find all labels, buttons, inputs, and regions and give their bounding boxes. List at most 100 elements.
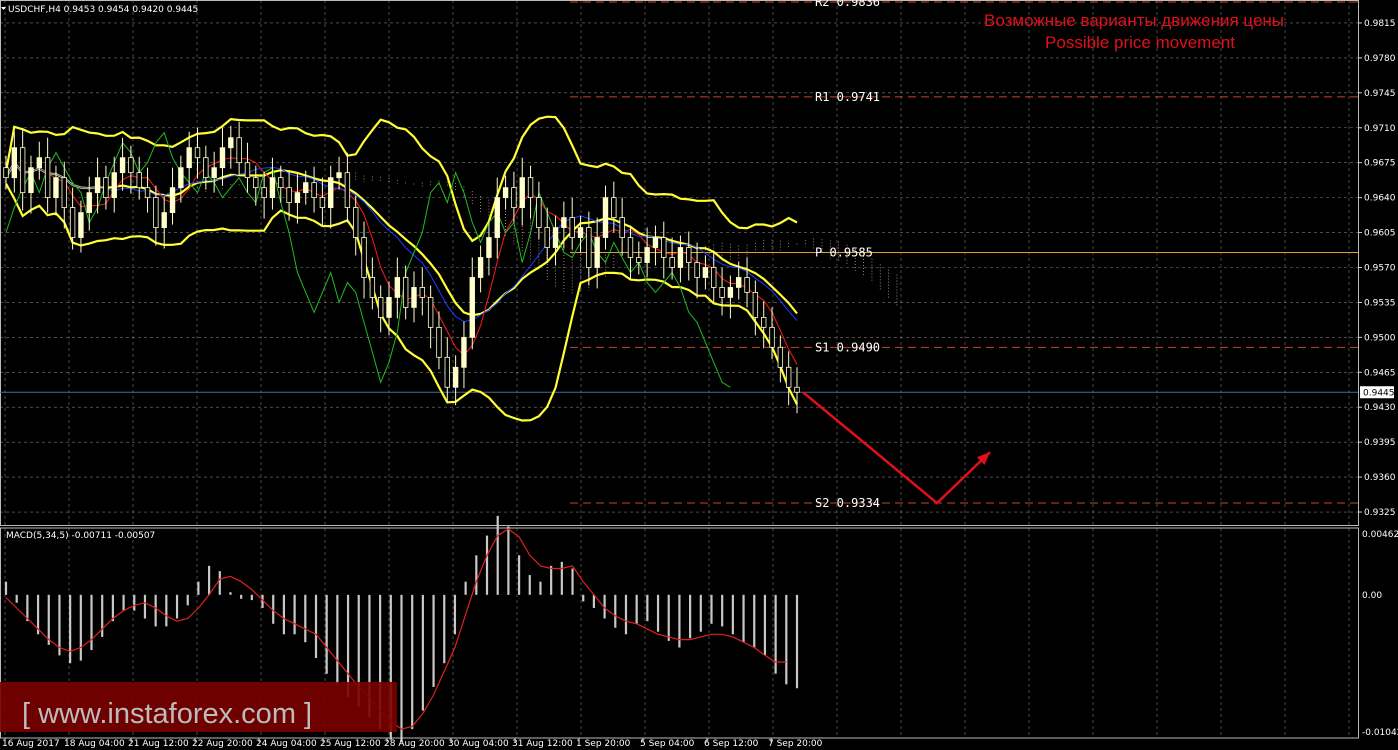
candle-body xyxy=(128,157,134,174)
candle-body xyxy=(361,237,367,278)
candle-body xyxy=(153,197,159,228)
candle-body xyxy=(311,182,317,199)
candle-body xyxy=(303,182,309,194)
candle-body xyxy=(727,287,734,298)
candle-body xyxy=(119,157,126,174)
candle-body xyxy=(677,247,684,268)
candle-body xyxy=(711,267,717,288)
candle-body xyxy=(511,187,517,209)
candle-body xyxy=(436,326,442,358)
candle-body xyxy=(777,346,784,368)
candle-body xyxy=(477,257,484,278)
candle-body xyxy=(627,237,634,258)
x-tick-label: 6 Sep 12:00 xyxy=(704,739,759,749)
candle-body xyxy=(369,277,376,298)
candle-body xyxy=(286,187,292,204)
x-tick-label: 28 Aug 20:00 xyxy=(384,739,445,749)
chart-title-ru: Возможные варианты движения цены xyxy=(984,11,1284,30)
candle-body xyxy=(461,336,467,368)
candle-body xyxy=(344,172,351,209)
y-tick-label: 0.9535 xyxy=(1364,298,1396,308)
watermark-text: [ www.instaforex.com ] xyxy=(22,698,312,730)
candle-body xyxy=(211,167,217,179)
candle-body xyxy=(794,386,800,393)
candle-body xyxy=(502,187,509,199)
y-tick-label: 0.9745 xyxy=(1364,89,1396,99)
candle-body xyxy=(136,172,142,189)
candle-body xyxy=(652,237,659,248)
macd-header: MACD(5,34,5) -0.00711 -0.00507 xyxy=(6,531,155,541)
candle-body xyxy=(328,177,334,209)
y-tick-label: 0.9360 xyxy=(1364,473,1396,483)
candle-body xyxy=(469,277,475,338)
candle-body xyxy=(519,177,525,209)
candle-body xyxy=(669,257,675,268)
x-tick-label: 31 Aug 12:00 xyxy=(512,739,573,749)
candle-body xyxy=(394,277,401,298)
candle-body xyxy=(53,177,59,199)
y-tick-label: 0.9815 xyxy=(1364,19,1396,29)
x-tick-label: 25 Aug 12:00 xyxy=(320,739,381,749)
candle-body xyxy=(552,227,559,248)
candle-body xyxy=(261,187,267,199)
candle-body xyxy=(452,366,459,388)
candle-body xyxy=(228,137,234,149)
x-tick-label: 22 Aug 20:00 xyxy=(192,739,253,749)
candle-body xyxy=(527,177,534,199)
candle-body xyxy=(594,237,600,268)
x-tick-label: 21 Aug 12:00 xyxy=(128,739,189,749)
pivot-label-p: P 0.9585 xyxy=(815,246,873,260)
candle-body xyxy=(236,137,242,164)
y-tick-label: 0.9605 xyxy=(1364,229,1396,239)
candle-body xyxy=(427,297,434,328)
candle-body xyxy=(536,197,542,228)
x-tick-label: 18 Aug 04:00 xyxy=(64,739,125,749)
y-tick-label: 0.9465 xyxy=(1364,368,1396,378)
y-tick-label: 0.9500 xyxy=(1364,333,1396,343)
candle-body xyxy=(402,277,409,308)
candle-body xyxy=(494,197,500,238)
pivot-label-r2: R2 0.9836 xyxy=(815,0,880,9)
candle-body xyxy=(744,277,750,293)
candle-body xyxy=(86,192,92,213)
candle-body xyxy=(611,197,617,218)
candle-body xyxy=(577,227,584,238)
y-tick-label: 0.9780 xyxy=(1364,54,1396,64)
candle-body xyxy=(444,356,450,388)
candle-body xyxy=(694,262,700,278)
symbol-header: USDCHF,H4 0.9453 0.9454 0.9420 0.9445 xyxy=(8,5,198,15)
y-tick-label: 0.9710 xyxy=(1364,124,1396,134)
x-tick-label: 24 Aug 04:00 xyxy=(256,739,317,749)
x-tick-label: 5 Sep 04:00 xyxy=(640,739,695,749)
chart-title-en: Possible price movement xyxy=(1045,33,1235,52)
x-tick-label: 1 Sep 20:00 xyxy=(576,739,631,749)
projection-arrow xyxy=(802,391,991,505)
candle-body xyxy=(269,177,276,199)
candle-body xyxy=(169,187,176,213)
candle-body xyxy=(144,187,151,199)
x-tick-label: 7 Sep 20:00 xyxy=(768,739,823,749)
candle-body xyxy=(761,316,767,328)
candle-body xyxy=(219,147,226,169)
macd-tick-label: 0.00462 xyxy=(1362,530,1398,540)
candle-body xyxy=(319,197,326,209)
candle-body xyxy=(11,147,18,179)
candle-body xyxy=(686,247,692,263)
candlesticks xyxy=(3,121,800,414)
candle-body xyxy=(103,177,109,199)
price-chart[interactable]: R2 0.9836 R1 0.9741 P 0.9585 S1 0.9490 S2 0.… xyxy=(0,0,1398,750)
candle-body xyxy=(586,227,592,268)
y-tick-label: 0.9325 xyxy=(1364,508,1396,518)
pivot-label-s2: S2 0.9334 xyxy=(815,496,880,510)
candle-body xyxy=(94,177,101,194)
candle-body xyxy=(69,207,76,238)
candle-body xyxy=(785,366,792,388)
y-tick-label: 0.9395 xyxy=(1364,438,1396,448)
x-tick-label: 16 Aug 2017 xyxy=(2,739,60,749)
candle-body xyxy=(561,217,567,228)
candle-body xyxy=(161,212,167,228)
candle-body xyxy=(61,177,67,209)
candle-body xyxy=(569,217,575,238)
candle-body xyxy=(377,297,384,318)
candle-body xyxy=(28,167,34,194)
